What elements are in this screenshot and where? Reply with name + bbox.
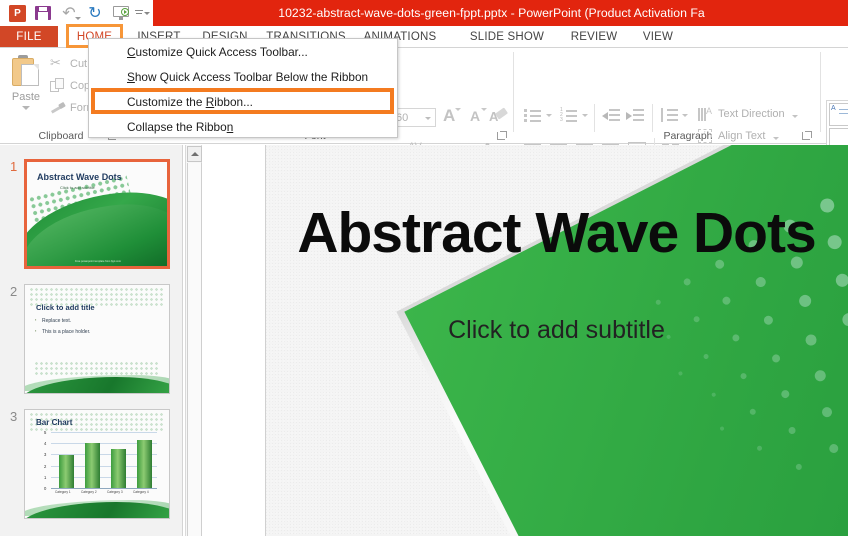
quick-access-toolbar: P ↶ ↻: [0, 0, 153, 26]
menu-item-show-qat-below-ribbon[interactable]: Show Quick Access Toolbar Below the Ribb…: [89, 64, 397, 89]
redo-icon[interactable]: ↻: [82, 1, 108, 25]
thumb3-bar-chart: 5 4 3 2 1 0 Category 1 Category 2 Catego…: [44, 430, 157, 494]
font-dialog-launcher[interactable]: [497, 131, 507, 141]
title-bar: 10232-abstract-wave-dots-green-fppt.pptx…: [0, 0, 848, 26]
numbering-button[interactable]: 1 2 3: [560, 108, 577, 123]
paste-icon: [11, 55, 41, 89]
customize-qat-icon[interactable]: [134, 1, 150, 25]
thumbnail-preview[interactable]: Click to add title Replace text. This is…: [24, 284, 170, 394]
bullets-caret-icon[interactable]: [546, 114, 552, 117]
thumb1-footer: Free powerpoint template from fppt.com: [75, 260, 121, 263]
menu-label: Customize the Ribbon...: [127, 94, 253, 109]
copy-icon: [50, 78, 66, 94]
thumbnail-number: 3: [10, 409, 18, 424]
qat-context-menu: Customize Quick Access Toolbar... Show Q…: [88, 38, 398, 138]
menu-label: Customize Quick Access Toolbar...: [127, 44, 308, 59]
align-text-caret-icon[interactable]: [772, 136, 779, 140]
text-direction-icon: A: [697, 106, 713, 122]
line-spacing-caret-icon[interactable]: [682, 114, 688, 117]
thumb3-chart-title: Bar Chart: [36, 418, 73, 427]
group-separator: [513, 52, 514, 132]
menu-item-customize-the-ribbon[interactable]: Customize the Ribbon...: [89, 89, 397, 114]
slide-thumbnail-pane[interactable]: 1 Abstract Wave Dots Click to add subtit…: [0, 145, 183, 536]
tab-view[interactable]: VIEW: [635, 26, 681, 48]
increase-font-size-button[interactable]: A: [443, 106, 455, 126]
scroll-up-button[interactable]: [187, 146, 202, 162]
powerpoint-logo-icon: P: [4, 1, 30, 25]
thumb2-dots-bottom: [33, 360, 161, 376]
decrease-font-size-button[interactable]: A: [470, 108, 480, 124]
align-text-label: Align Text: [718, 130, 766, 142]
slide-subtitle-placeholder[interactable]: Click to add subtitle: [265, 316, 848, 345]
line-spacing-button[interactable]: [660, 108, 680, 122]
tab-file[interactable]: FILE: [0, 26, 58, 48]
increase-indent-button[interactable]: [626, 109, 644, 122]
thumbnail-preview[interactable]: Bar Chart 5 4 3 2 1 0 Category 1 Categor…: [24, 409, 170, 519]
paste-button[interactable]: Paste: [6, 52, 46, 128]
text-direction-label: Text Direction: [718, 108, 785, 120]
start-slideshow-icon[interactable]: [108, 1, 134, 25]
align-text-button[interactable]: ↕ Align Text: [697, 128, 779, 144]
bullets-button[interactable]: [524, 108, 541, 122]
decrease-font-caret-icon: [481, 108, 487, 111]
triangle-up-icon: [190, 152, 199, 156]
numbering-caret-icon[interactable]: [582, 114, 588, 117]
slide-title[interactable]: Abstract Wave Dots: [265, 200, 848, 266]
undo-icon[interactable]: ↶: [56, 1, 82, 25]
format-painter-icon: [50, 100, 66, 116]
thumb2-title: Click to add title: [36, 303, 95, 312]
menu-label: Collapse the Ribbon: [127, 119, 234, 134]
cut-label: Cut: [70, 58, 88, 70]
scrollbar-track[interactable]: [187, 163, 202, 536]
menu-item-customize-quick-access-toolbar[interactable]: Customize Quick Access Toolbar...: [89, 39, 397, 64]
save-icon[interactable]: [30, 1, 56, 25]
thumb1-subtitle: Click to add subtitle: [60, 185, 95, 190]
menu-label: Show Quick Access Toolbar Below the Ribb…: [127, 69, 369, 84]
slide-editing-stage: Abstract Wave Dots Click to add subtitle: [203, 145, 848, 536]
chevron-down-icon[interactable]: [425, 117, 431, 120]
shape-textbox-icon[interactable]: A: [829, 103, 848, 126]
thumb2-bullet-1: Replace text.: [35, 317, 71, 324]
cut-button[interactable]: ✂ Cut: [50, 56, 87, 72]
inline-separator: [594, 104, 595, 132]
thumb2-bullet-2: This is a place holder.: [35, 328, 90, 335]
align-text-icon: ↕: [697, 128, 713, 144]
scissors-icon: ✂: [50, 56, 61, 71]
powerpoint-window: 10232-abstract-wave-dots-green-fppt.pptx…: [0, 0, 848, 536]
thumbnail-number: 1: [10, 159, 18, 174]
tab-review[interactable]: REVIEW: [563, 26, 625, 48]
current-slide[interactable]: Abstract Wave Dots Click to add subtitle: [265, 145, 848, 536]
thumbnail-number: 2: [10, 284, 18, 299]
thumbnail-slide-1[interactable]: 1 Abstract Wave Dots Click to add subtit…: [0, 159, 182, 277]
thumbnail-slide-3[interactable]: 3 Bar Chart 5 4 3 2 1 0 Category 1 Categ…: [0, 409, 182, 527]
thumbnail-slide-2[interactable]: 2 Click to add title Replace text. This …: [0, 284, 182, 402]
thumbnail-scrollbar[interactable]: [185, 145, 202, 536]
tab-slide-show[interactable]: SLIDE SHOW: [465, 26, 549, 48]
paragraph-dialog-launcher[interactable]: [802, 131, 812, 141]
thumb1-title: Abstract Wave Dots: [37, 172, 122, 182]
clear-formatting-button[interactable]: A: [489, 107, 509, 126]
paste-dropdown-caret-icon[interactable]: [22, 106, 30, 110]
decrease-indent-button[interactable]: [602, 109, 620, 122]
group-separator: [820, 52, 821, 132]
text-direction-caret-icon[interactable]: [791, 114, 798, 118]
increase-font-caret-icon: [455, 108, 461, 111]
thumbnail-preview[interactable]: Abstract Wave Dots Click to add subtitle…: [24, 159, 170, 269]
app-icon-label: P: [8, 4, 26, 22]
paste-label: Paste: [11, 91, 41, 103]
inline-separator: [652, 104, 653, 132]
menu-item-collapse-the-ribbon[interactable]: Collapse the Ribbon: [89, 114, 397, 139]
text-direction-button[interactable]: A Text Direction: [697, 106, 798, 122]
